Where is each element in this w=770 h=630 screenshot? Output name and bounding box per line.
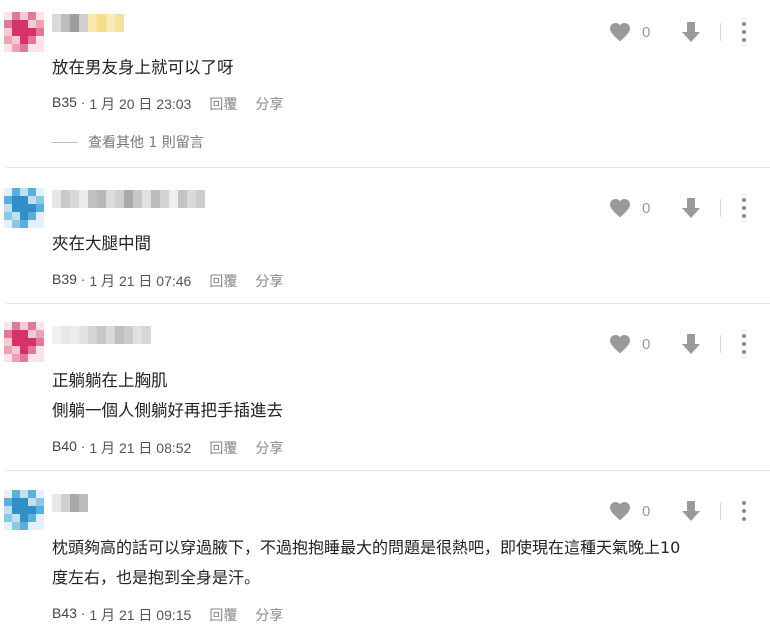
username-redacted[interactable] (52, 326, 151, 344)
comment-line: 正躺躺在上胸肌 (52, 371, 168, 390)
like-count: 0 (642, 199, 651, 217)
heart-icon[interactable] (608, 196, 632, 220)
floor-number[interactable]: B43 (52, 605, 77, 625)
username-redacted[interactable] (52, 14, 124, 32)
comment-divider (6, 470, 770, 471)
view-more-replies[interactable]: 查看其他 1 則留言 (52, 132, 204, 152)
comment-divider (6, 303, 770, 304)
floor-number[interactable]: B40 (52, 438, 77, 458)
comment-text: 枕頭夠高的話可以穿過腋下，不過抱抱睡最大的問題是很熱吧，即使現在這種天氣晚上10… (52, 533, 680, 593)
comment-actions: 0 (608, 196, 747, 220)
divider (720, 23, 721, 41)
divider (720, 199, 721, 217)
like-count: 0 (642, 335, 651, 353)
username-redacted[interactable] (52, 190, 205, 208)
like-count: 0 (642, 23, 651, 41)
avatar[interactable] (4, 490, 44, 530)
reply-button[interactable]: 回覆 (209, 438, 237, 458)
comment-actions: 0 (608, 499, 747, 523)
comment-actions: 0 (608, 20, 747, 44)
comment-actions: 0 (608, 332, 747, 356)
meta-dot: · (76, 438, 90, 454)
comment-meta: B40 · 1 月 21 日 08:52 回覆 分享 (52, 438, 283, 458)
view-more-replies-label[interactable]: 查看其他 1 則留言 (88, 132, 204, 152)
like-count: 0 (642, 502, 651, 520)
avatar[interactable] (4, 12, 44, 52)
timestamp: 1 月 20 日 23:03 (89, 96, 192, 112)
share-button[interactable]: 分享 (255, 438, 283, 458)
comment-text: 放在男友身上就可以了呀 (52, 54, 234, 78)
reply-button[interactable]: 回覆 (209, 605, 237, 625)
timestamp: 1 月 21 日 09:15 (89, 607, 192, 623)
floor-number[interactable]: B35 (52, 94, 77, 114)
reply-button[interactable]: 回覆 (209, 94, 237, 114)
comment-meta: B43 · 1 月 21 日 09:15 回覆 分享 (52, 605, 283, 625)
downvote-arrow-icon[interactable] (680, 499, 702, 523)
comment-text: 夾在大腿中間 (52, 230, 151, 254)
more-options-icon[interactable] (741, 22, 747, 42)
downvote-arrow-icon[interactable] (680, 196, 702, 220)
heart-icon[interactable] (608, 20, 632, 44)
downvote-arrow-icon[interactable] (680, 20, 702, 44)
comment-line: 夾在大腿中間 (52, 234, 151, 253)
share-button[interactable]: 分享 (255, 605, 283, 625)
timestamp: 1 月 21 日 07:46 (89, 273, 192, 289)
comment-line: 放在男友身上就可以了呀 (52, 58, 234, 77)
comment-divider (6, 167, 770, 168)
share-button[interactable]: 分享 (255, 271, 283, 291)
reply-button[interactable]: 回覆 (209, 271, 237, 291)
replies-line (52, 141, 78, 143)
more-options-icon[interactable] (741, 334, 747, 354)
username-redacted[interactable] (52, 494, 88, 512)
comment-text: 正躺躺在上胸肌 側躺一個人側躺好再把手插進去 (52, 366, 283, 426)
more-options-icon[interactable] (741, 198, 747, 218)
avatar[interactable] (4, 322, 44, 362)
comment-line: 枕頭夠高的話可以穿過腋下，不過抱抱睡最大的問題是很熱吧，即使現在這種天氣晚上10 (52, 538, 681, 557)
comment-line: 度左右，也是抱到全身是汗。 (52, 568, 261, 587)
more-options-icon[interactable] (741, 501, 747, 521)
comment-meta: B35 · 1 月 20 日 23:03 回覆 分享 (52, 94, 283, 114)
share-button[interactable]: 分享 (255, 94, 283, 114)
meta-dot: · (76, 605, 90, 621)
downvote-arrow-icon[interactable] (680, 332, 702, 356)
heart-icon[interactable] (608, 499, 632, 523)
divider (720, 502, 721, 520)
meta-dot: · (76, 94, 90, 110)
divider (720, 335, 721, 353)
floor-number[interactable]: B39 (52, 271, 77, 291)
meta-dot: · (76, 271, 90, 287)
heart-icon[interactable] (608, 332, 632, 356)
avatar[interactable] (4, 188, 44, 228)
timestamp: 1 月 21 日 08:52 (89, 440, 192, 456)
comment-line: 側躺一個人側躺好再把手插進去 (52, 401, 283, 420)
comment-meta: B39 · 1 月 21 日 07:46 回覆 分享 (52, 271, 283, 291)
